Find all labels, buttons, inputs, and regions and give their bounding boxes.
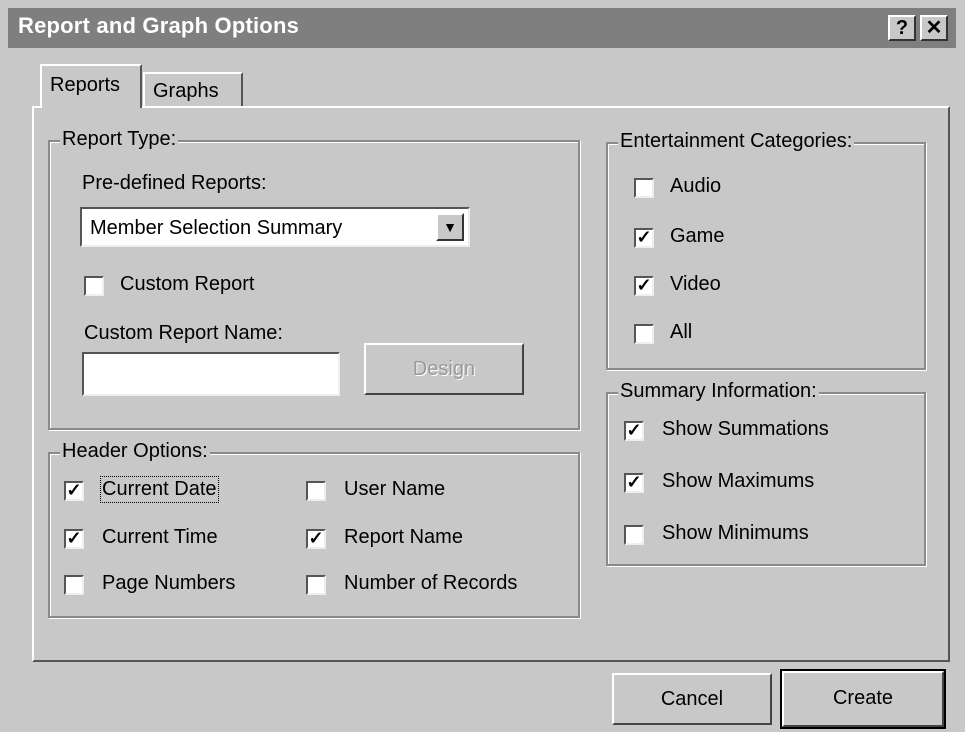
custom-report-name-label: Custom Report Name: [84, 322, 283, 344]
predefined-reports-label: Pre-defined Reports: [82, 172, 267, 194]
header-options-legend: Header Options: [60, 440, 210, 463]
report-name-label: Report Name [344, 526, 463, 548]
current-time-label: Current Time [102, 526, 218, 548]
summary-information-legend: Summary Information: [618, 380, 819, 403]
show-maximums-checkbox[interactable]: ✓ [624, 473, 644, 493]
design-button[interactable]: Design [364, 343, 524, 395]
page-numbers-checkbox[interactable] [64, 575, 84, 595]
audio-label: Audio [670, 175, 722, 197]
tab-graphs[interactable]: Graphs [143, 72, 243, 106]
tab-reports[interactable]: Reports [40, 64, 142, 108]
tab-graphs-label: Graphs [153, 80, 219, 102]
show-summations-label: Show Summations [662, 418, 829, 440]
help-button[interactable]: ? [888, 15, 916, 41]
report-type-legend: Report Type: [60, 128, 179, 151]
window-title: Report and Graph Options [18, 13, 300, 38]
entertainment-categories-legend: Entertainment Categories: [618, 130, 855, 153]
video-label: Video [670, 273, 721, 295]
show-minimums-label: Show Minimums [662, 522, 809, 544]
audio-checkbox[interactable] [634, 178, 654, 198]
cancel-button[interactable]: Cancel [612, 673, 772, 725]
show-minimums-checkbox[interactable] [624, 525, 644, 545]
custom-report-checkbox[interactable] [84, 276, 104, 296]
number-of-records-label: Number of Records [344, 572, 518, 594]
all-label: All [670, 321, 693, 343]
current-date-checkbox[interactable]: ✓ [64, 481, 84, 501]
custom-report-name-input[interactable] [82, 352, 340, 396]
current-date-label: Current Date [100, 476, 219, 503]
predefined-reports-dropdown[interactable]: Member Selection Summary ▼ [80, 207, 470, 247]
title-bar: Report and Graph Options ? ✕ [8, 8, 956, 48]
predefined-reports-value: Member Selection Summary [90, 217, 343, 239]
close-button[interactable]: ✕ [920, 15, 948, 41]
custom-report-label: Custom Report [120, 273, 255, 295]
entertainment-categories-group [606, 142, 926, 370]
current-time-checkbox[interactable]: ✓ [64, 529, 84, 549]
game-label: Game [670, 225, 725, 247]
show-summations-checkbox[interactable]: ✓ [624, 421, 644, 441]
dropdown-arrow-icon[interactable]: ▼ [436, 213, 464, 241]
all-checkbox[interactable] [634, 324, 654, 344]
number-of-records-checkbox[interactable] [306, 575, 326, 595]
user-name-checkbox[interactable] [306, 481, 326, 501]
report-name-checkbox[interactable]: ✓ [306, 529, 326, 549]
show-maximums-label: Show Maximums [662, 470, 815, 492]
create-button[interactable]: Create [780, 669, 946, 729]
game-checkbox[interactable]: ✓ [634, 228, 654, 248]
video-checkbox[interactable]: ✓ [634, 276, 654, 296]
page-numbers-label: Page Numbers [102, 572, 236, 594]
user-name-label: User Name [344, 478, 446, 500]
tab-reports-label: Reports [50, 74, 121, 96]
